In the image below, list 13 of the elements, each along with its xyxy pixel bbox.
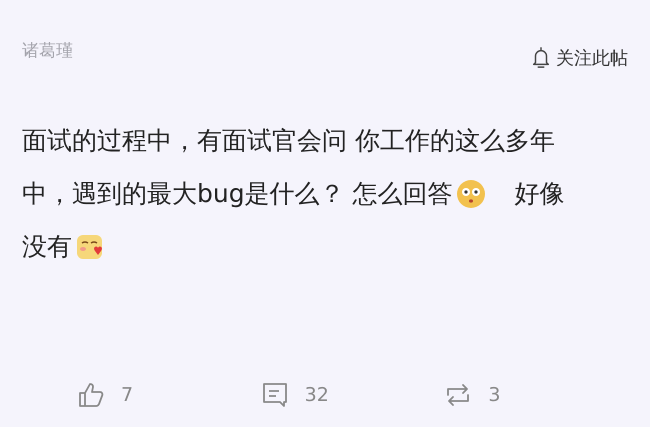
thumbs-up-icon[interactable] [77, 381, 105, 409]
action-count: 3 [488, 384, 500, 406]
flushed-face-emoji-icon [456, 178, 486, 208]
post-text: 好像 [514, 178, 565, 210]
post-text: 中，遇到的最大bug是什么？ 怎么回答 [22, 178, 453, 210]
follow-button[interactable]: 关注此帖 [530, 46, 628, 70]
author-name: 诸葛瑾 [22, 40, 73, 62]
post-text: 面试的过程中，有面试官会问 你工作的这么多年 [22, 125, 555, 157]
action-count: 7 [121, 384, 134, 406]
action-count: 32 [304, 384, 329, 406]
comment-icon[interactable] [260, 381, 289, 409]
post-text: 没有 [22, 231, 72, 263]
bell-icon [530, 46, 552, 70]
